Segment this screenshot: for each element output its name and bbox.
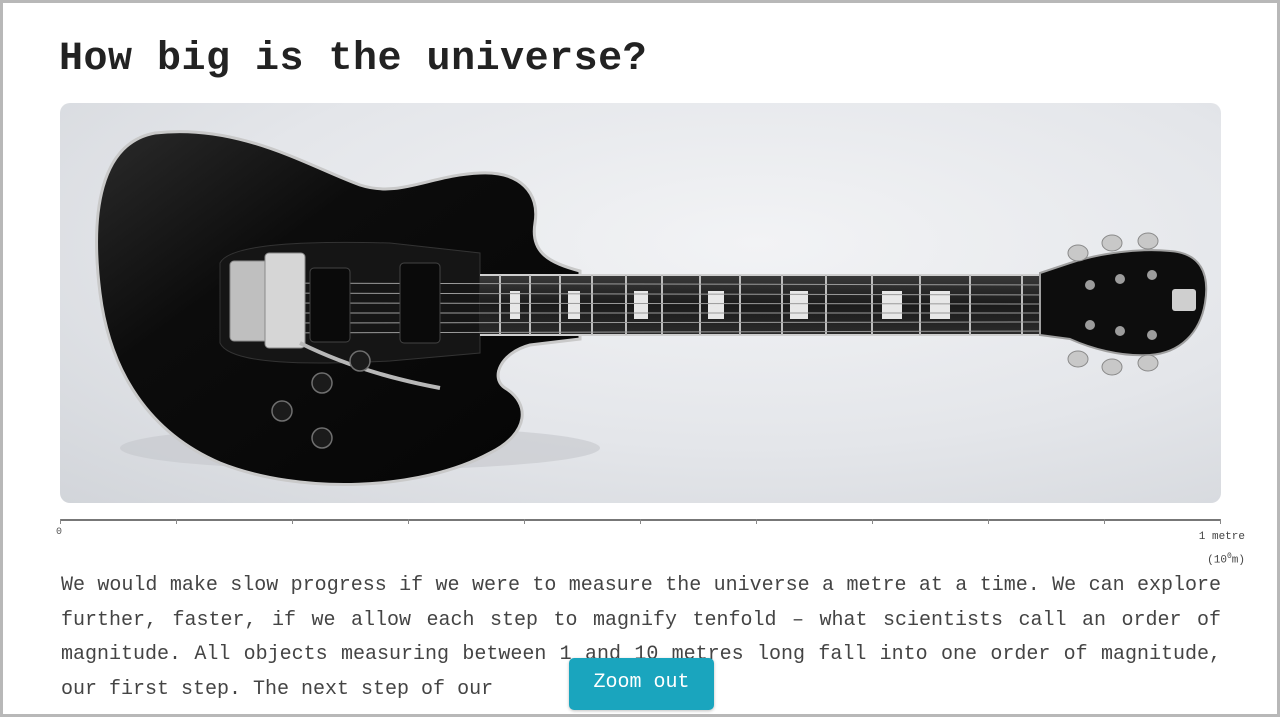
scale-end-exponent: (100m): [1199, 547, 1245, 571]
ruler-tick: [756, 519, 757, 524]
page-frame: How big is the universe? 0 1 metre (100m…: [0, 0, 1280, 717]
page-title: How big is the universe?: [59, 37, 648, 82]
ruler-tick: [524, 519, 525, 524]
ruler-tick: [292, 519, 293, 524]
ruler-tick: [872, 519, 873, 524]
scale-start-label: 0: [56, 527, 63, 538]
ruler-tick: [176, 519, 177, 524]
scale-end-metre: 1 metre: [1198, 531, 1245, 543]
ruler-tick: [1220, 519, 1221, 524]
scale-exponent-unit: m): [1231, 554, 1245, 567]
ruler-tick: [640, 519, 641, 524]
ruler-tick: [988, 519, 989, 524]
guitar-image: [95, 130, 1208, 486]
ruler-tick: [408, 519, 409, 524]
ruler-tick: [1104, 519, 1105, 524]
scale-ruler: [60, 519, 1221, 527]
scale-end-label: 1 metre (100m): [1199, 527, 1245, 571]
scale-exponent-base: (10: [1207, 554, 1227, 567]
guitar-photo: [60, 103, 1221, 503]
zoom-out-button[interactable]: Zoom out: [569, 658, 714, 710]
ruler-tick: [60, 519, 61, 524]
